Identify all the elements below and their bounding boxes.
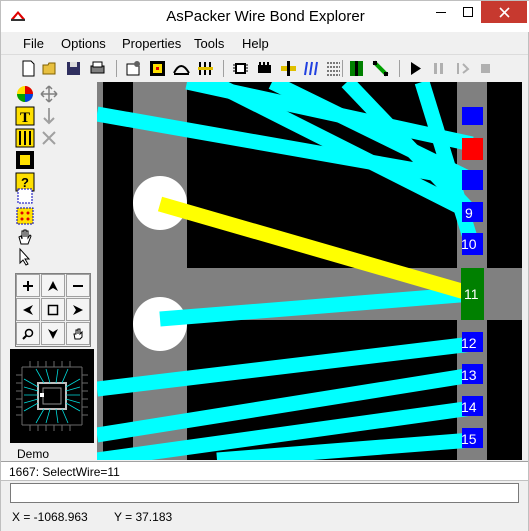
select-box-icon[interactable] xyxy=(15,186,35,206)
save-icon[interactable] xyxy=(64,59,83,78)
list-icon[interactable] xyxy=(324,59,343,78)
package-icon[interactable] xyxy=(255,59,274,78)
step-icon xyxy=(457,63,470,74)
pan-hand-button[interactable] xyxy=(66,322,90,345)
pad-label-13: 13 xyxy=(461,367,477,383)
move-icon[interactable] xyxy=(39,84,59,104)
menu-properties[interactable]: Properties xyxy=(122,36,181,51)
maximize-button[interactable] xyxy=(454,1,481,23)
square-icon xyxy=(47,304,59,315)
pad-red xyxy=(462,138,483,160)
maximize-icon xyxy=(462,7,473,17)
pad-label-10: 10 xyxy=(461,236,477,252)
anchor-icon xyxy=(43,108,55,125)
fingers-tool-icon[interactable] xyxy=(15,128,35,148)
zoom-out-button[interactable] xyxy=(66,274,90,297)
pan-right-button[interactable] xyxy=(66,298,90,321)
arrow-right-icon xyxy=(73,304,83,315)
pointer-icon[interactable] xyxy=(15,247,35,267)
title-bar: AsPacker Wire Bond Explorer xyxy=(1,1,529,32)
bond-fingers-icon[interactable] xyxy=(196,59,215,78)
properties-icon[interactable] xyxy=(124,59,143,78)
arrow-left-icon xyxy=(23,304,33,315)
menu-help[interactable]: Help xyxy=(242,36,269,51)
chip-icon[interactable] xyxy=(231,59,250,78)
menu-bar: File Options Properties Tools Help xyxy=(1,32,528,54)
demo-label: Demo xyxy=(17,447,50,461)
pad-8 xyxy=(462,170,483,190)
arrow-down-icon xyxy=(48,328,58,339)
svg-text:T: T xyxy=(20,110,30,126)
text-tool-icon[interactable]: T xyxy=(15,106,35,126)
color-wheel-icon[interactable] xyxy=(15,84,35,104)
leadframe-icon[interactable] xyxy=(279,59,298,78)
minus-icon xyxy=(73,284,83,287)
close-button[interactable] xyxy=(481,1,527,23)
status-message: 1667: SelectWire=11 xyxy=(1,461,528,481)
hand-icon xyxy=(73,328,83,339)
new-file-icon[interactable] xyxy=(19,59,38,78)
menu-options[interactable]: Options xyxy=(61,36,106,51)
die-tool-icon[interactable] xyxy=(15,150,35,170)
wire-loop-icon[interactable] xyxy=(172,59,191,78)
toolbar xyxy=(1,54,528,82)
plus-icon xyxy=(23,280,33,291)
fit-view-button[interactable] xyxy=(41,298,65,321)
pad-label-15: 15 xyxy=(461,431,477,447)
close-icon xyxy=(498,6,510,18)
pan-up-button[interactable] xyxy=(41,274,65,297)
stop-icon xyxy=(481,64,490,73)
select-pad-icon[interactable] xyxy=(148,59,167,78)
pad-label-11: 11 xyxy=(464,286,479,302)
zoom-in-button[interactable] xyxy=(16,274,40,297)
command-input[interactable] xyxy=(10,483,519,503)
y-coordinate: Y = 37.183 xyxy=(114,510,173,524)
wire-array-icon[interactable] xyxy=(302,59,321,78)
open-folder-icon[interactable] xyxy=(41,59,60,78)
magnifier-icon xyxy=(22,328,34,340)
bond-canvas[interactable]: 9 10 11 12 13 14 15 xyxy=(97,82,522,460)
vertical-scrollbar[interactable] xyxy=(522,82,528,460)
print-icon[interactable] xyxy=(88,59,107,78)
menu-tools[interactable]: Tools xyxy=(194,36,224,51)
arrow-up-icon xyxy=(48,280,58,291)
package-minimap[interactable] xyxy=(10,349,94,443)
pad-7 xyxy=(462,107,483,125)
navigation-pad xyxy=(15,273,91,347)
hand-tool-icon[interactable] xyxy=(15,227,35,247)
minimize-icon xyxy=(436,12,446,13)
x-coordinate: X = -1068.963 xyxy=(12,510,88,524)
minimize-button[interactable] xyxy=(428,1,454,23)
pad-label-14: 14 xyxy=(461,399,477,415)
tool-palette: T ? Demo xyxy=(1,82,97,461)
pan-down-button[interactable] xyxy=(41,322,65,345)
die-region-vertical xyxy=(97,82,103,460)
app-window: AsPacker Wire Bond Explorer File Options… xyxy=(0,0,529,531)
menu-file[interactable]: File xyxy=(23,36,44,51)
pan-left-button[interactable] xyxy=(16,298,40,321)
pad-label-9: 9 xyxy=(465,205,473,221)
pause-icon xyxy=(434,63,443,74)
green-column-icon[interactable] xyxy=(347,59,366,78)
dot-grid-icon[interactable] xyxy=(15,206,35,226)
delete-icon xyxy=(42,131,56,145)
pad-label-12: 12 xyxy=(461,335,477,351)
coordinate-bar: X = -1068.963 Y = 37.183 xyxy=(1,505,528,531)
zoom-tool-button[interactable] xyxy=(16,322,40,345)
diagonal-wire-icon[interactable] xyxy=(371,59,390,78)
play-icon[interactable] xyxy=(406,59,425,78)
